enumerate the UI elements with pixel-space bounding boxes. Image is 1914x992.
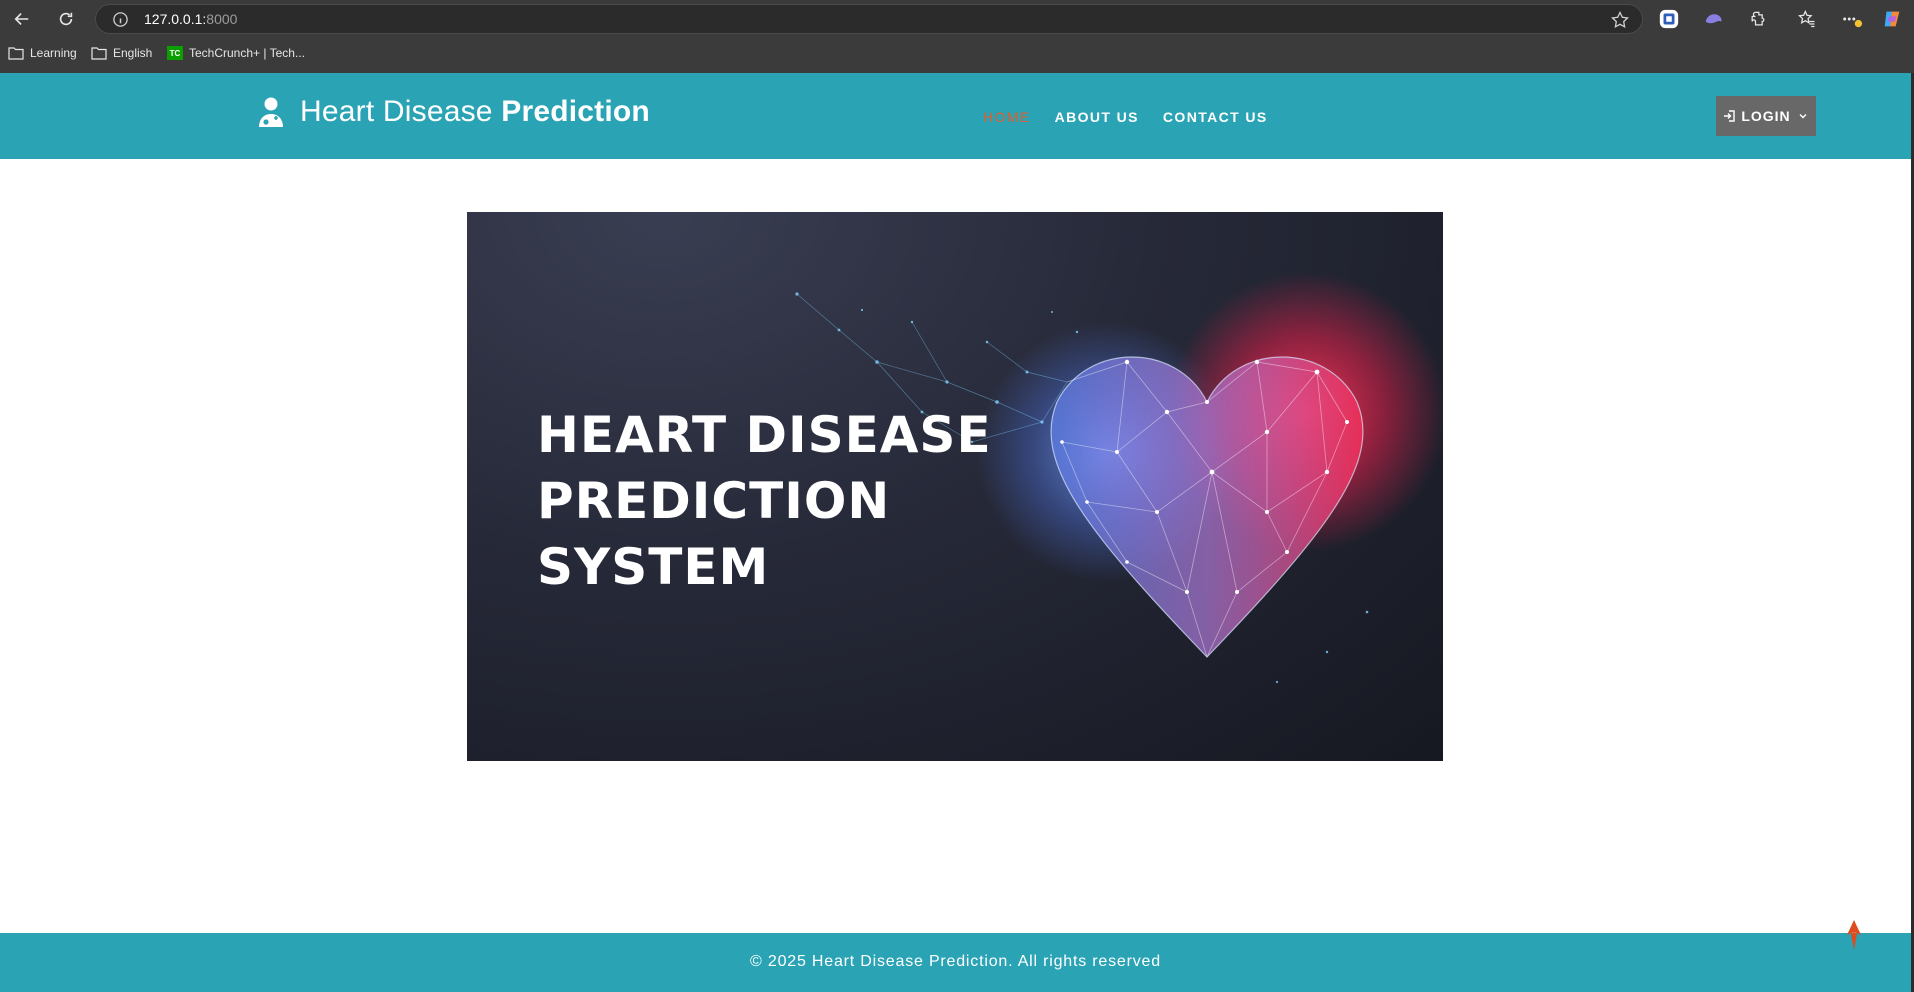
login-dropdown-button[interactable]: LOGIN xyxy=(1716,96,1816,136)
copilot-button[interactable] xyxy=(1880,7,1904,31)
hero-title-line-1: HEART DISEASE xyxy=(537,406,992,464)
site-brand[interactable]: Heart Disease Prediction xyxy=(256,95,650,129)
nav-contact-us[interactable]: CONTACT US xyxy=(1163,109,1268,125)
puzzle-icon xyxy=(1751,11,1765,26)
site-footer: © 2025 Heart Disease Prediction. All rig… xyxy=(0,933,1911,992)
sign-in-icon xyxy=(1724,110,1736,122)
bookmark-techcrunch[interactable]: TC TechCrunch+ | Tech... xyxy=(167,46,305,60)
address-url: 127.0.0.1:8000 xyxy=(144,11,237,27)
favorites-icon xyxy=(1798,9,1815,28)
hero-title-line-2: PREDICTION xyxy=(537,472,891,530)
doctor-icon xyxy=(259,97,283,127)
bookmark-star-icon[interactable] xyxy=(1610,10,1630,30)
login-label: LOGIN xyxy=(1741,108,1791,124)
more-menu-button[interactable] xyxy=(1840,7,1864,31)
extension-button-1[interactable] xyxy=(1657,7,1681,31)
bookmark-label: English xyxy=(113,46,153,60)
url-host: 127.0.0.1: xyxy=(144,11,207,27)
bookmark-learning[interactable]: Learning xyxy=(8,46,77,60)
reload-icon xyxy=(59,12,73,26)
hero-banner: HEART DISEASE PREDICTION SYSTEM xyxy=(467,212,1443,761)
nav-about-us[interactable]: ABOUT US xyxy=(1055,109,1139,125)
extension-2-icon xyxy=(1705,14,1722,24)
more-dots-icon xyxy=(1843,17,1863,28)
bookmark-english[interactable]: English xyxy=(91,46,152,60)
favorites-button[interactable] xyxy=(1795,7,1819,31)
browser-chrome: 127.0.0.1:8000 Learning English TC TechC… xyxy=(0,0,1914,73)
bookmark-label: Learning xyxy=(30,46,77,60)
scroll-to-top-icon[interactable] xyxy=(1843,919,1865,951)
chevron-down-icon xyxy=(1799,114,1807,119)
hero-title: HEART DISEASE PREDICTION SYSTEM xyxy=(537,402,997,600)
brand-name-part1: Heart Disease xyxy=(300,95,493,128)
brand-name-part2: Prediction xyxy=(501,95,650,128)
copilot-icon xyxy=(1884,11,1900,27)
site-header: Heart Disease Prediction HOME ABOUT US C… xyxy=(0,73,1911,159)
extension-1-icon xyxy=(1659,9,1679,29)
bookmark-label: TechCrunch+ | Tech... xyxy=(189,46,305,60)
techcrunch-icon: TC xyxy=(167,46,183,60)
url-port: 8000 xyxy=(206,11,238,27)
extension-button-2[interactable] xyxy=(1702,7,1726,31)
bookmarks-bar: Learning English TC TechCrunch+ | Tech..… xyxy=(0,40,1914,70)
folder-icon xyxy=(8,47,24,60)
folder-icon xyxy=(91,47,107,60)
back-arrow-icon xyxy=(14,13,29,25)
hero-title-line-3: SYSTEM xyxy=(537,538,770,596)
back-button[interactable] xyxy=(8,5,36,33)
browser-toolbar: 127.0.0.1:8000 xyxy=(0,0,1914,38)
extensions-menu-button[interactable] xyxy=(1746,7,1770,31)
reload-button[interactable] xyxy=(52,5,80,33)
address-bar[interactable]: 127.0.0.1:8000 xyxy=(95,4,1643,34)
main-nav: HOME ABOUT US CONTACT US xyxy=(983,109,1268,125)
nav-home[interactable]: HOME xyxy=(983,109,1031,125)
brand-name: Heart Disease Prediction xyxy=(300,95,650,129)
site-info-icon[interactable] xyxy=(112,11,129,28)
copyright-text: © 2025 Heart Disease Prediction. All rig… xyxy=(750,953,1161,970)
